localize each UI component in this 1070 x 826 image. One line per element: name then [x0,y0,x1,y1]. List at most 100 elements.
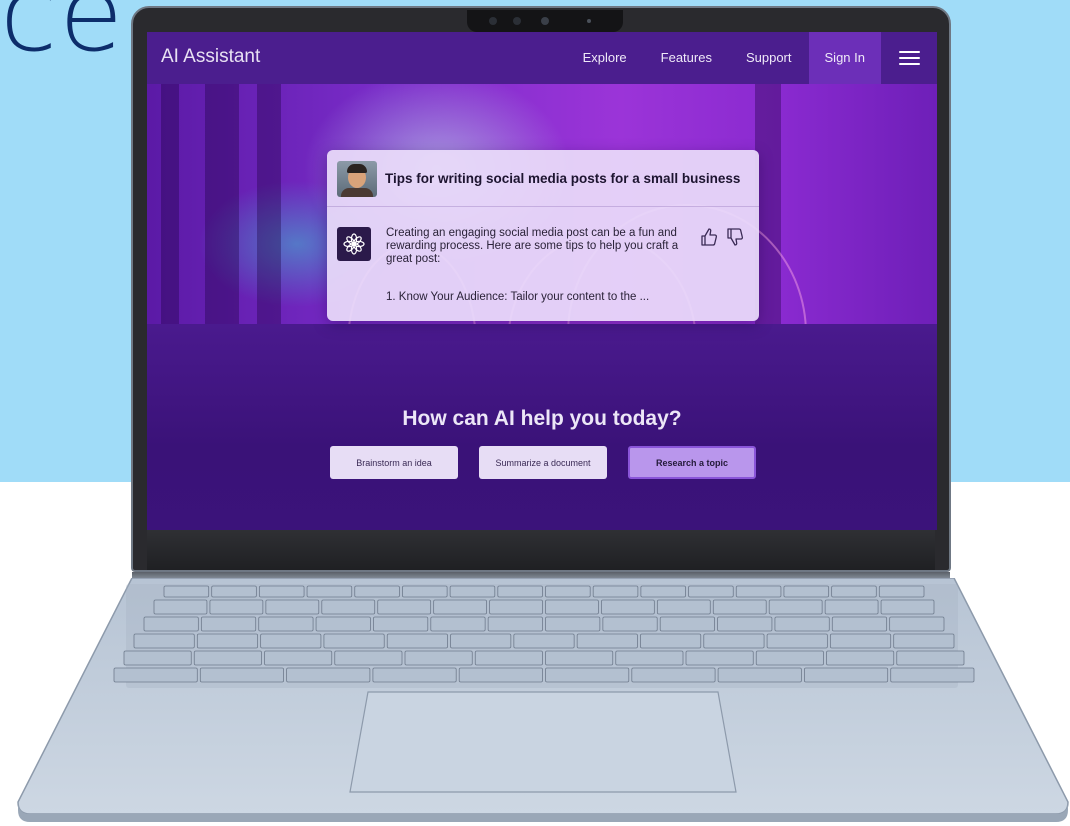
brainstorm-idea-button[interactable]: Brainstorm an idea [330,446,458,479]
keyboard-key [712,599,767,615]
chat-card: Tips for writing social media posts for … [327,150,759,321]
keyboard-key [878,585,925,598]
hamburger-menu-icon[interactable] [881,32,937,84]
keyboard-key [258,616,314,632]
keyboard-key [323,633,385,649]
keyboard-key [113,667,198,683]
keyboard-key [334,650,403,666]
ai-assistant-logo-icon [337,227,371,261]
keyboard-key [831,616,888,632]
keyboard-key [601,599,655,615]
keyboard-key [315,616,371,632]
keyboard-key [163,585,210,598]
nav-support[interactable]: Support [729,32,809,84]
keyboard-key [200,616,257,632]
laptop-screen: AI Assistant Explore Features Support Si… [147,32,937,530]
laptop-base [16,578,1070,822]
user-avatar [337,161,377,197]
background-headline-fragment: ce [0,0,126,75]
keyboard-key [545,650,614,666]
keyboard-key [768,599,823,615]
keyboard-key [602,616,658,632]
keyboard-key [829,633,892,649]
keyboard-key [688,585,734,598]
keyboard-key [717,616,773,632]
keyboard-key [433,599,487,615]
keyboard-key [133,633,195,649]
keyboard-key [774,616,830,632]
keyboard-key [656,599,711,615]
keyboard-key [402,585,448,598]
keyboard-key [265,599,320,615]
keyboard-key [354,585,400,598]
keyboard-key [209,599,264,615]
keyboard-key [474,650,543,666]
keyboard-key [783,585,830,598]
keyboard-key [615,650,684,666]
research-topic-button[interactable]: Research a topic [628,446,756,479]
keyboard-key [896,650,965,666]
chat-response-list-item: 1. Know Your Audience: Tailor your conte… [386,291,650,303]
top-navbar: AI Assistant Explore Features Support Si… [147,32,937,84]
brand-title[interactable]: AI Assistant [161,46,260,68]
keyboard-key [372,667,457,683]
keyboard-key [890,667,975,683]
keyboard-key [430,616,486,632]
keyboard-key [211,585,257,598]
keyboard-key [545,585,591,598]
nav-explore[interactable]: Explore [566,32,644,84]
keyboard-key [487,616,543,632]
nav-links: Explore Features Support Sign In [566,32,937,84]
keyboard-key [377,599,432,615]
keyboard-key [576,633,638,649]
keyboard-key [631,667,716,683]
keyboard-key [889,616,945,632]
keyboard-key [497,585,543,598]
keyboard-key [703,633,765,649]
keyboard-key [153,599,208,615]
keyboard-key [199,667,285,683]
keyboard-key [755,650,824,666]
summarize-document-button[interactable]: Summarize a document [479,446,607,479]
keyboard-key [264,650,333,666]
sign-in-button[interactable]: Sign In [808,32,881,84]
keyboard-key [685,650,754,666]
keyboard-key [373,616,429,632]
keyboard-key [545,667,630,683]
keyboard-key [321,599,376,615]
keyboard-key [193,650,262,666]
thumbs-down-icon[interactable] [725,226,745,248]
keyboard-key [640,585,686,598]
keyboard-key [640,633,702,649]
keyboard-key [831,585,877,598]
chat-prompt-text: Tips for writing social media posts for … [385,171,741,186]
keyboard-key [717,667,802,683]
keyboard-key [404,650,473,666]
nav-features[interactable]: Features [644,32,729,84]
keyboard-key [306,585,353,598]
keyboard-key [196,633,259,649]
screen-bottom-bezel [147,530,935,570]
keyboard-key [513,633,575,649]
chat-response-text: Creating an engaging social media post c… [386,227,679,265]
webcam-notch [467,10,623,32]
keyboard-key [824,599,879,615]
keyboard-key [592,585,639,598]
keyboard-key [386,633,448,649]
thumbs-up-icon[interactable] [699,226,719,248]
keyboard-key [449,585,496,598]
keyboard-key [489,599,543,615]
keyboard-key [143,616,199,632]
keyboard-key [123,650,192,666]
keyboard-key [450,633,512,649]
keyboard-key [826,650,895,666]
chat-prompt-row: Tips for writing social media posts for … [327,150,759,207]
keyboard-key [545,599,599,615]
keyboard-key [804,667,889,683]
keyboard-key [659,616,715,632]
keyboard-key [258,585,305,598]
keyboard-key [458,667,543,683]
keyboard-key [735,585,782,598]
keyboard-key [766,633,828,649]
keyboard-key [286,667,371,683]
